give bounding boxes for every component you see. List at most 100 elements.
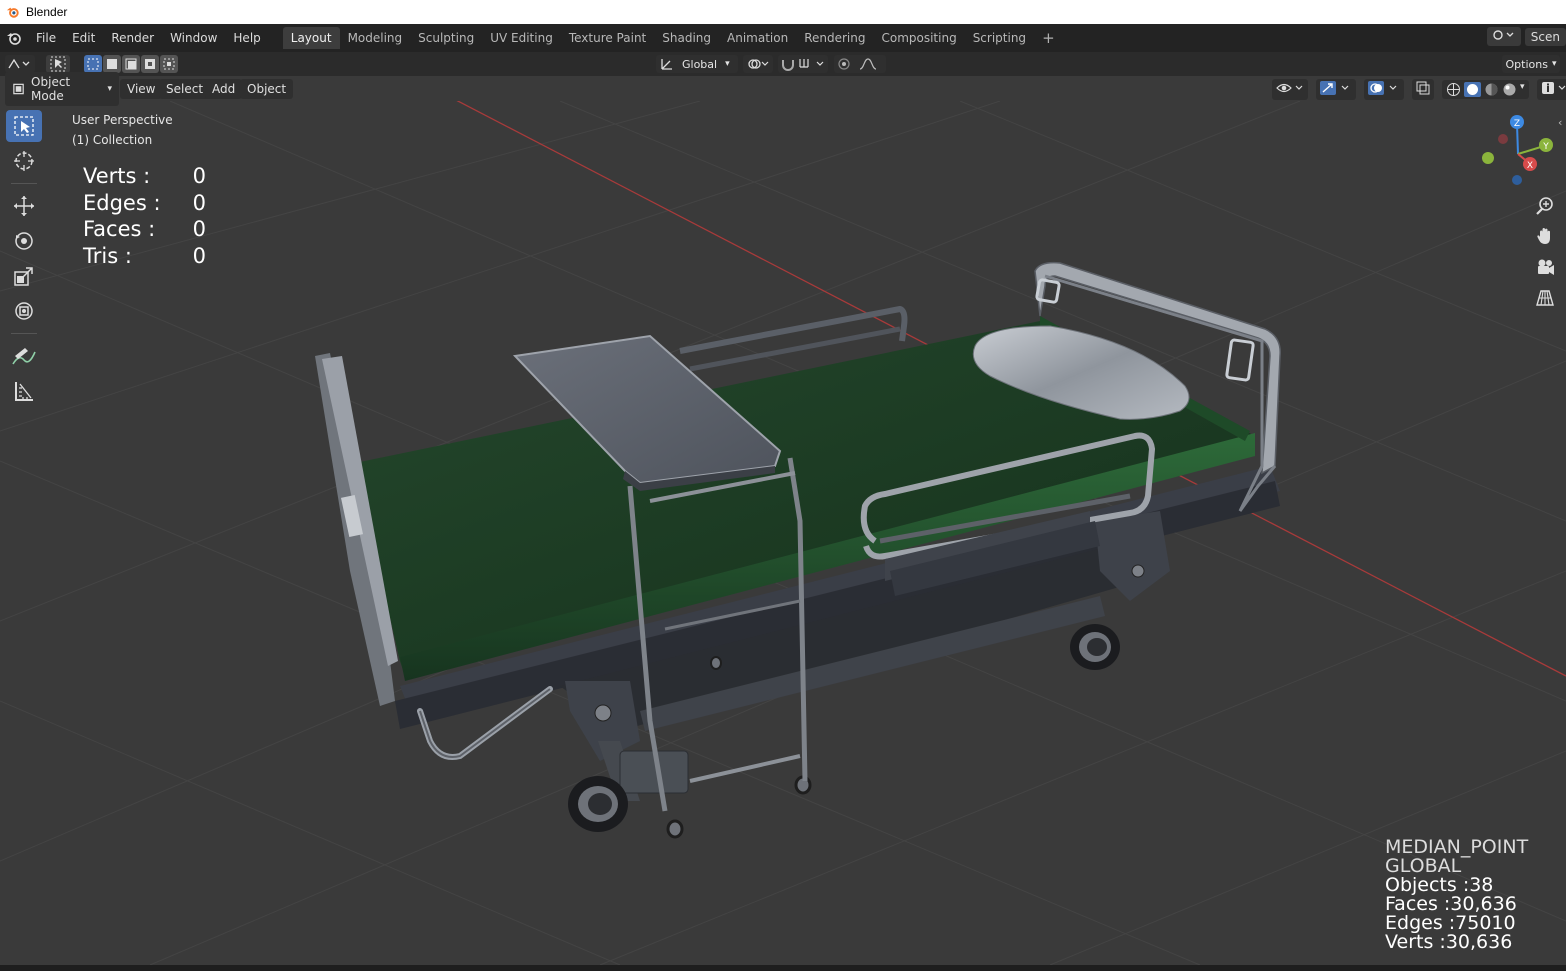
tab-shading[interactable]: Shading [654, 27, 719, 49]
tab-modeling[interactable]: Modeling [340, 27, 411, 49]
select-invert-button[interactable] [141, 55, 159, 73]
camera-view-button[interactable] [1531, 254, 1559, 280]
hospital-bed-model[interactable] [315, 261, 1281, 839]
pan-hand-icon [1537, 228, 1550, 244]
menu-add[interactable]: Add [205, 78, 243, 99]
rotate-icon [15, 232, 33, 250]
gizmo-toggle[interactable] [1316, 79, 1356, 100]
menu-select[interactable]: Select [159, 78, 211, 99]
blender-logo-icon [6, 7, 19, 18]
menu-file[interactable]: File [28, 31, 64, 45]
mode-dropdown[interactable]: Object Mode ▾ [5, 71, 119, 106]
proportional-edit-group[interactable] [834, 55, 886, 73]
neg-y-axis-handle[interactable] [1482, 152, 1494, 164]
scene-name-field[interactable]: Scen [1524, 27, 1566, 46]
annotate-icon [12, 348, 36, 365]
xray-toggle[interactable] [1412, 79, 1434, 100]
tab-sculpting[interactable]: Sculpting [410, 27, 482, 49]
rotate-tool[interactable] [6, 225, 42, 257]
tab-scripting[interactable]: Scripting [965, 27, 1034, 49]
rendered-shading-icon[interactable] [1502, 82, 1517, 97]
scale-icon [14, 267, 33, 286]
stat-label: Faces : [83, 217, 156, 241]
chevron-down-icon[interactable]: ▾ [1520, 82, 1525, 97]
zoom-icon [1536, 197, 1553, 215]
select-extend-button[interactable] [103, 55, 121, 73]
stat-row-verts: Verts : 0 [83, 163, 206, 190]
material-shading-icon[interactable] [1484, 82, 1499, 97]
editor-type-icon [8, 58, 30, 69]
overlays-icon [1368, 81, 1397, 95]
shading-modes: ▾ [1442, 80, 1529, 99]
scale-tool[interactable] [6, 260, 42, 292]
transform-orientation-dropdown[interactable]: Global ▾ [656, 55, 738, 73]
select-new-icon [87, 58, 99, 70]
select-intersect-button[interactable] [160, 55, 178, 73]
tab-uv-editing[interactable]: UV Editing [482, 27, 561, 49]
stat-row-edges: Edges : 0 [83, 190, 206, 217]
menu-help[interactable]: Help [225, 31, 268, 45]
tab-animation[interactable]: Animation [719, 27, 796, 49]
select-box-tool[interactable] [6, 110, 42, 142]
top-menubar: File Edit Render Window Help Layout Mode… [0, 24, 1566, 52]
stat-label: Edges : [83, 190, 161, 215]
select-new-button[interactable] [84, 55, 102, 73]
tab-compositing[interactable]: Compositing [873, 27, 964, 49]
menu-object[interactable]: Object [240, 78, 294, 99]
options-dropdown[interactable]: Options ▾ [1502, 55, 1560, 73]
scene-statistics: MEDIAN_POINT GLOBAL Objects :38 Faces :3… [1385, 838, 1528, 952]
neg-z-axis-handle[interactable] [1512, 175, 1522, 185]
pan-button[interactable] [1531, 223, 1559, 249]
orientation-icon [661, 59, 672, 70]
transform-tool[interactable] [6, 295, 42, 327]
select-subtract-button[interactable] [122, 55, 140, 73]
sidebar-toggle[interactable] [1536, 79, 1566, 100]
menu-render[interactable]: Render [103, 31, 162, 45]
pivot-point-dropdown[interactable] [743, 55, 773, 73]
pivot-icon [748, 59, 769, 69]
neg-x-axis-handle[interactable] [1498, 134, 1508, 144]
tab-rendering[interactable]: Rendering [796, 27, 873, 49]
move-tool[interactable] [6, 190, 42, 222]
menu-view[interactable]: View [120, 78, 163, 99]
orientation-label: Global [682, 57, 718, 71]
visibility-dropdown[interactable] [1272, 79, 1308, 100]
menu-edit[interactable]: Edit [64, 31, 103, 45]
tab-layout[interactable]: Layout [282, 27, 340, 49]
add-workspace-button[interactable]: + [1034, 29, 1063, 47]
menu-window[interactable]: Window [162, 31, 225, 45]
viewport-info: User Perspective (1) Collection [72, 110, 173, 150]
selection-mode-group [84, 55, 178, 73]
active-collection-label: (1) Collection [72, 133, 153, 147]
info-icon [1541, 82, 1565, 94]
sidebar-expand-icon[interactable]: ‹ [1558, 116, 1562, 129]
select-intersect-icon [163, 58, 175, 70]
wireframe-shading-icon[interactable] [1446, 82, 1461, 97]
cursor-select-icon [50, 56, 66, 72]
annotate-tool[interactable] [6, 340, 42, 372]
wheel [1070, 624, 1120, 670]
solid-shading-icon[interactable] [1464, 82, 1481, 97]
cursor-tool[interactable] [6, 145, 42, 177]
navigation-gizmo[interactable]: Z Y X [1478, 112, 1558, 192]
scene-icon [1493, 30, 1514, 40]
snap-magnet-icon [782, 59, 824, 71]
snapping-group[interactable] [778, 55, 828, 73]
3d-viewport[interactable] [0, 101, 1566, 965]
workspace-tabs: Layout Modeling Sculpting UV Editing Tex… [282, 27, 1063, 49]
stat-value: 0 [192, 217, 206, 241]
scene-browse-button[interactable] [1486, 27, 1521, 46]
overlays-toggle[interactable] [1364, 79, 1404, 100]
stat-value: 0 [192, 243, 206, 268]
viewport-canvas[interactable] [0, 101, 1566, 965]
blender-menu-icon[interactable] [0, 30, 28, 46]
proportional-edit-icon [838, 58, 877, 70]
stat-row-faces: Faces : 0 [83, 216, 206, 243]
window-titlebar: Blender [0, 0, 1566, 24]
editor-type-button[interactable] [5, 55, 35, 73]
perspective-toggle-button[interactable] [1531, 285, 1559, 311]
tab-texture-paint[interactable]: Texture Paint [561, 27, 654, 49]
tool-select-button[interactable] [46, 55, 70, 73]
zoom-button[interactable] [1531, 193, 1559, 219]
measure-tool[interactable] [6, 375, 42, 407]
